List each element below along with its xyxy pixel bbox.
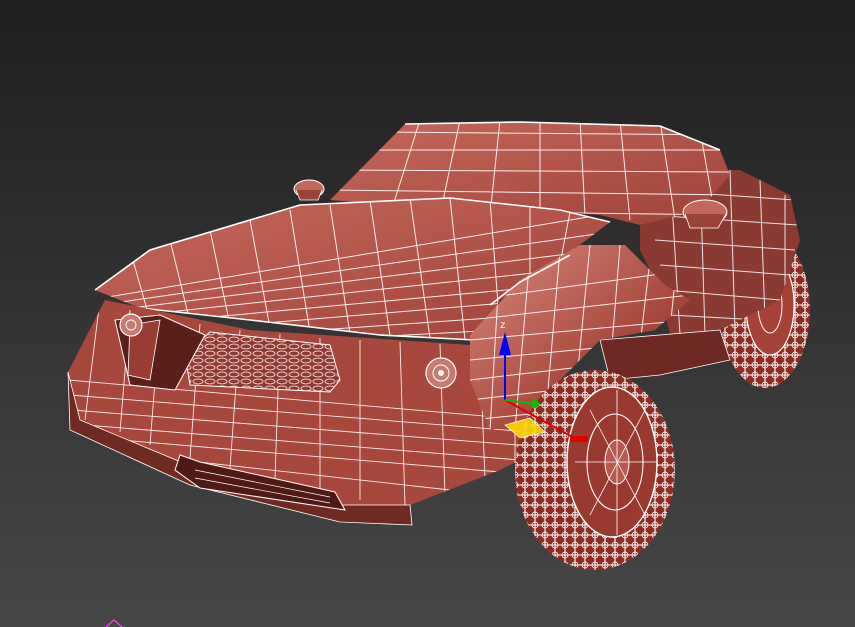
x-axis-arrow-icon[interactable] [570,436,588,442]
left-headlight [119,313,143,337]
right-mirror[interactable] [682,199,728,229]
z-axis-label: z [500,320,505,331]
left-mirror[interactable] [293,179,325,201]
viewport-canvas[interactable]: z [0,0,855,627]
front-right-wheel[interactable] [515,370,675,570]
y-axis-arrow-icon[interactable] [531,400,539,408]
right-headlight [425,357,457,389]
3d-viewport[interactable]: z [0,0,855,627]
